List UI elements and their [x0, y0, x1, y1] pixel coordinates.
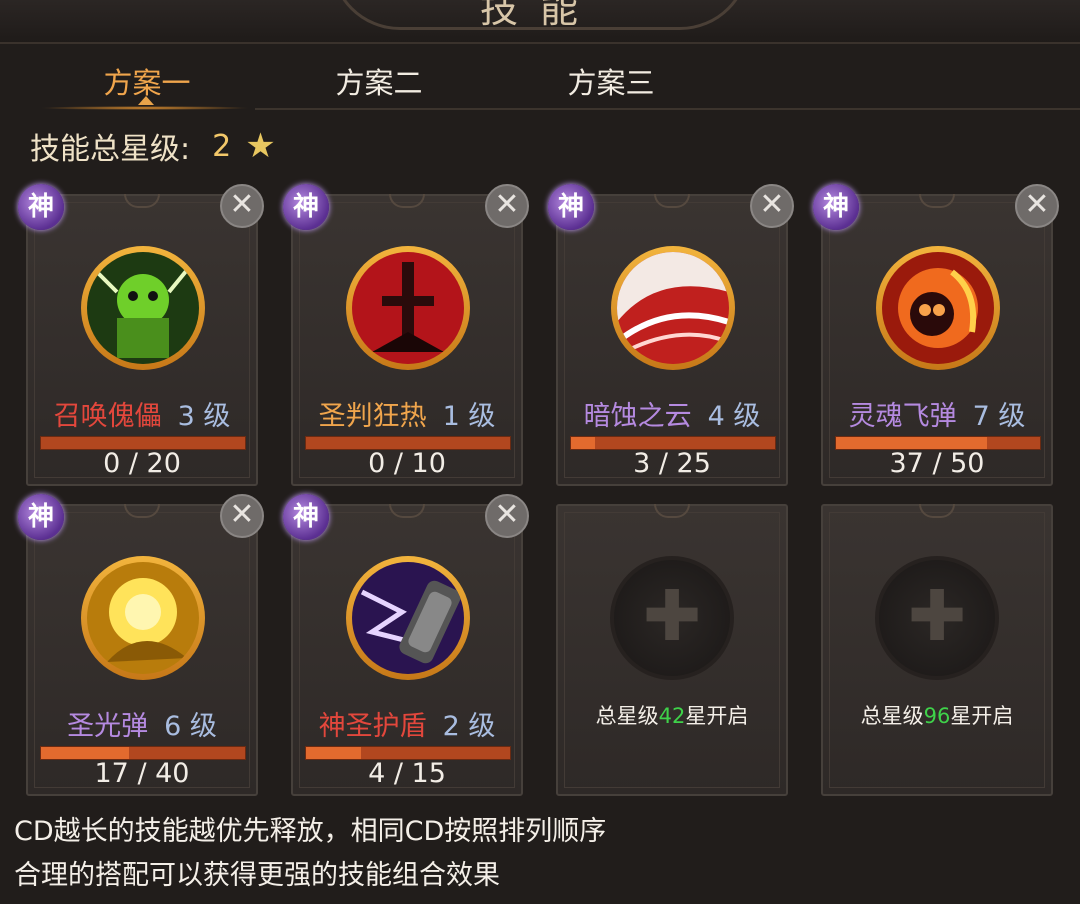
page-title: 技能: [479, 0, 600, 31]
god-badge: 神: [548, 184, 594, 230]
skill-progress-text: 17 / 40: [94, 758, 190, 789]
unlock-requirement: 总星级96星开启: [823, 700, 1051, 730]
skill-card[interactable]: 神 ✕ 神圣护盾 2 级 4 / 15: [283, 494, 529, 796]
skill-icon-art: [87, 252, 199, 364]
unlock-suffix: 星开启: [685, 704, 749, 728]
total-stars-value: 2: [212, 128, 232, 164]
skill-level: 2 级: [442, 711, 496, 742]
skill-name: 召唤傀儡: [53, 401, 162, 432]
card-ornament: [124, 504, 160, 518]
total-stars-label: 技能总星级:: [30, 132, 191, 167]
card-ornament: [124, 194, 160, 208]
skill-progress-text: 0 / 10: [368, 448, 446, 479]
scheme-tabs: 方案一 方案二 方案三: [0, 52, 1080, 112]
unlock-requirement: 总星级42星开启: [558, 700, 786, 730]
plus-icon: ✚: [907, 575, 967, 657]
plus-icon: ✚: [642, 575, 702, 657]
skill-icon-art: [87, 562, 199, 674]
hint-line-1: CD越长的技能越优先释放，相同CD按照排列顺序: [14, 816, 607, 847]
skill-level: 3 级: [177, 401, 231, 432]
skill-icon-art: [882, 252, 994, 364]
skill-card[interactable]: 神 ✕ 灵魂飞弹 7 级 37 / 50: [813, 184, 1059, 486]
empty-slot: ✚: [610, 556, 734, 680]
god-badge: 神: [18, 184, 64, 230]
remove-skill-button[interactable]: ✕: [750, 184, 794, 228]
skill-name: 暗蚀之云: [583, 401, 692, 432]
skill-name: 圣判狂热: [318, 401, 427, 432]
remove-skill-button[interactable]: ✕: [485, 184, 529, 228]
skill-level: 4 级: [707, 401, 761, 432]
god-badge: 神: [813, 184, 859, 230]
card-ornament: [654, 194, 690, 208]
skill-progress-text: 0 / 20: [103, 448, 181, 479]
puppet-icon: [81, 246, 205, 370]
skill-card[interactable]: 神 ✕ 圣判狂热 1 级 0 / 10: [283, 184, 529, 486]
card-ornament: [389, 504, 425, 518]
skill-name-row: 召唤傀儡 3 级: [28, 394, 256, 433]
god-badge: 神: [283, 494, 329, 540]
skill-progress-text: 4 / 15: [368, 758, 446, 789]
holy-sword-icon: [346, 246, 470, 370]
remove-skill-button[interactable]: ✕: [220, 494, 264, 538]
skill-name: 灵魂飞弹: [848, 401, 957, 432]
skill-progress-text: 37 / 50: [889, 448, 985, 479]
skill-card[interactable]: 神 ✕ 召唤傀儡 3 级 0 / 20: [18, 184, 264, 486]
god-badge: 神: [18, 494, 64, 540]
locked-skill-slot[interactable]: ✚ 总星级42星开启: [556, 504, 788, 796]
remove-skill-button[interactable]: ✕: [1015, 184, 1059, 228]
skill-name-row: 圣光弹 6 级: [28, 704, 256, 743]
skill-icon-art: [352, 562, 464, 674]
skill-level: 7 级: [972, 401, 1026, 432]
skill-name-row: 灵魂飞弹 7 级: [823, 394, 1051, 433]
locked-skill-slot[interactable]: ✚ 总星级96星开启: [821, 504, 1053, 796]
empty-slot: ✚: [875, 556, 999, 680]
remove-skill-button[interactable]: ✕: [485, 494, 529, 538]
unlock-stars: 42: [658, 704, 686, 728]
card-ornament: [389, 194, 425, 208]
card-ornament: [654, 504, 690, 518]
skill-name-row: 神圣护盾 2 级: [293, 704, 521, 743]
card-ornament: [919, 504, 955, 518]
skill-progress-text: 3 / 25: [633, 448, 711, 479]
header-bar: 技能: [0, 0, 1080, 44]
tab-scheme-3[interactable]: 方案三: [521, 60, 701, 102]
holy-light-icon: [81, 556, 205, 680]
total-stars-row: 技能总星级: 2 ★: [30, 124, 276, 168]
star-icon: ★: [245, 126, 276, 166]
dark-cloud-icon: [611, 246, 735, 370]
skill-name-row: 暗蚀之云 4 级: [558, 394, 786, 433]
tab-divider: [255, 108, 1080, 110]
unlock-prefix: 总星级: [595, 704, 659, 728]
skill-name: 神圣护盾: [318, 711, 427, 742]
unlock-suffix: 星开启: [950, 704, 1014, 728]
skill-name-row: 圣判狂热 1 级: [293, 394, 521, 433]
tab-scheme-2[interactable]: 方案二: [289, 60, 469, 102]
skill-icon-art: [352, 252, 464, 364]
active-tab-caret-icon: [138, 96, 154, 105]
lightning-shield-icon: [346, 556, 470, 680]
skill-icon-art: [617, 252, 729, 364]
flaming-skull-icon: [876, 246, 1000, 370]
skill-level: 6 级: [164, 711, 217, 742]
skill-level: 1 级: [442, 401, 496, 432]
unlock-stars: 96: [923, 704, 951, 728]
hint-line-2: 合理的搭配可以获得更强的技能组合效果: [14, 860, 500, 891]
footer-hint: CD越长的技能越优先释放，相同CD按照排列顺序 合理的搭配可以获得更强的技能组合…: [14, 810, 606, 898]
god-badge: 神: [283, 184, 329, 230]
card-ornament: [919, 194, 955, 208]
skill-name: 圣光弹: [67, 711, 149, 742]
unlock-prefix: 总星级: [860, 704, 924, 728]
skill-card[interactable]: 神 ✕ 暗蚀之云 4 级 3 / 25: [548, 184, 794, 486]
active-tab-underline: [40, 106, 250, 110]
remove-skill-button[interactable]: ✕: [220, 184, 264, 228]
skill-card[interactable]: 神 ✕ 圣光弹 6 级 17 / 40: [18, 494, 264, 796]
